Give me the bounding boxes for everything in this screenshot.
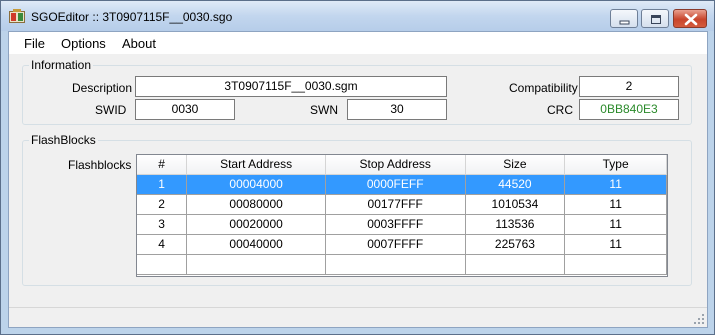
swn-field[interactable]: 30 <box>347 99 447 120</box>
cell-size[interactable]: 1010534 <box>465 194 566 215</box>
cell-size[interactable]: 44520 <box>465 174 566 195</box>
cell-stop-address[interactable]: 0003FFFF <box>325 214 466 235</box>
compatibility-label: Compatibility <box>509 81 578 95</box>
cell-stop-address[interactable]: 0000FEFF <box>325 174 466 195</box>
cell-type[interactable]: 11 <box>564 174 667 195</box>
cell-type[interactable]: 11 <box>564 194 667 215</box>
main-window: SGOEditor :: 3T0907115F__0030.sgo File O… <box>0 0 715 335</box>
cell-type[interactable]: 11 <box>564 234 667 255</box>
cell-start-address[interactable]: 00040000 <box>186 234 326 255</box>
cell-stop-address[interactable]: 00177FFF <box>325 194 466 215</box>
table-row[interactable]: 4 00040000 0007FFFF 225763 11 <box>137 234 667 255</box>
cell-size[interactable] <box>465 254 566 275</box>
compatibility-field[interactable]: 2 <box>579 76 679 97</box>
grid-header-row: # Start Address Stop Address Size Type <box>137 155 667 175</box>
cell-size[interactable]: 113536 <box>465 214 566 235</box>
maximize-icon <box>651 15 661 24</box>
menu-bar: File Options About <box>9 32 707 54</box>
description-label: Description <box>72 81 133 95</box>
status-bar <box>9 307 707 327</box>
cell-index[interactable]: 1 <box>137 174 188 195</box>
column-header-stop-address[interactable]: Stop Address <box>325 155 466 175</box>
cell-start-address[interactable]: 00080000 <box>186 194 326 215</box>
minimize-icon <box>619 20 630 25</box>
menu-about[interactable]: About <box>122 36 156 51</box>
new-row[interactable] <box>137 254 667 275</box>
cell-index[interactable]: 3 <box>137 214 188 235</box>
table-row[interactable]: 2 00080000 00177FFF 1010534 11 <box>137 194 667 215</box>
window-title: SGOEditor :: 3T0907115F__0030.sgo <box>31 10 233 24</box>
close-icon <box>684 13 698 26</box>
cell-start-address[interactable] <box>186 254 326 275</box>
cell-start-address[interactable]: 00020000 <box>186 214 326 235</box>
title-bar[interactable]: SGOEditor :: 3T0907115F__0030.sgo <box>1 1 714 31</box>
minimize-button[interactable] <box>610 9 638 28</box>
flashblocks-legend: FlashBlocks <box>29 133 98 147</box>
close-button[interactable] <box>673 9 707 28</box>
menu-file[interactable]: File <box>24 36 45 51</box>
table-row[interactable]: 3 00020000 0003FFFF 113536 11 <box>137 214 667 235</box>
flashblocks-grid[interactable]: # Start Address Stop Address Size Type 1… <box>136 154 668 277</box>
column-header-index[interactable]: # <box>137 155 188 175</box>
cell-index[interactable]: 2 <box>137 194 188 215</box>
menu-options[interactable]: Options <box>61 36 106 51</box>
flashblocks-label: Flashblocks <box>68 158 132 172</box>
maximize-button[interactable] <box>641 9 669 28</box>
description-field[interactable]: 3T0907115F__0030.sgm <box>135 76 447 97</box>
cell-type[interactable] <box>564 254 667 275</box>
cell-index[interactable] <box>137 254 188 275</box>
column-header-start-address[interactable]: Start Address <box>186 155 326 175</box>
sgoeditor-app-icon <box>9 9 25 23</box>
crc-field[interactable]: 0BB840E3 <box>579 99 679 120</box>
swid-label: SWID <box>95 103 127 117</box>
information-legend: Information <box>29 58 94 72</box>
cell-size[interactable]: 225763 <box>465 234 566 255</box>
table-row[interactable]: 1 00004000 0000FEFF 44520 11 <box>137 174 667 195</box>
crc-label: CRC <box>547 103 573 117</box>
column-header-type[interactable]: Type <box>564 155 667 175</box>
resize-grip-icon[interactable] <box>693 313 705 325</box>
cell-start-address[interactable]: 00004000 <box>186 174 326 195</box>
swid-field[interactable]: 0030 <box>135 99 235 120</box>
cell-stop-address[interactable] <box>325 254 466 275</box>
client-area: File Options About Information Descripti… <box>8 31 708 328</box>
cell-index[interactable]: 4 <box>137 234 188 255</box>
cell-type[interactable]: 11 <box>564 214 667 235</box>
column-header-size[interactable]: Size <box>465 155 566 175</box>
swn-label: SWN <box>310 103 338 117</box>
cell-stop-address[interactable]: 0007FFFF <box>325 234 466 255</box>
